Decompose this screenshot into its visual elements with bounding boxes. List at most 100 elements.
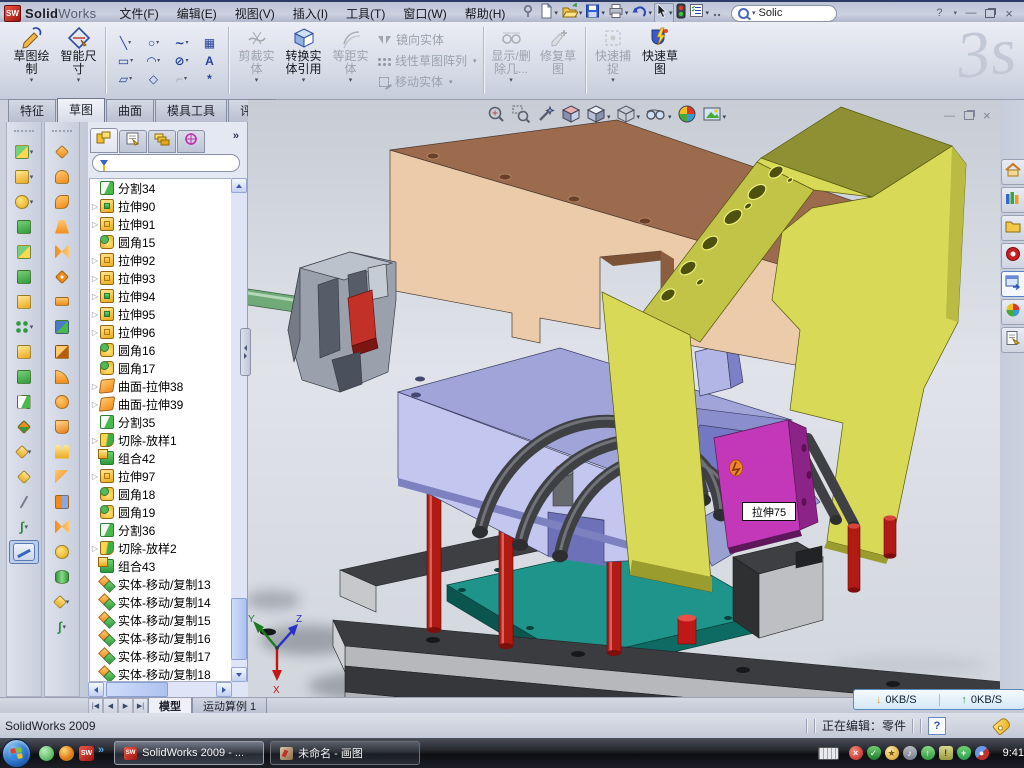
tag-icon[interactable] bbox=[992, 716, 1012, 735]
tree-item[interactable]: ▷拉伸96 bbox=[90, 323, 232, 341]
dropdown-arrow-icon[interactable]: ▾ bbox=[579, 9, 583, 17]
move-copy-body-button[interactable] bbox=[7, 414, 41, 439]
tree-item[interactable]: 实体-移动/复制16 bbox=[90, 629, 232, 647]
search-dropdown-icon[interactable]: ▾ bbox=[752, 9, 756, 17]
section-view-button[interactable] bbox=[561, 104, 581, 129]
dropdown-arrow-icon[interactable]: ▾ bbox=[30, 148, 34, 156]
dropdown-arrow-icon[interactable]: ▾ bbox=[625, 9, 629, 17]
dropdown-arrow-icon[interactable]: ▾ bbox=[473, 57, 477, 65]
pin-button[interactable] bbox=[520, 4, 537, 22]
tree-item[interactable]: 圆角17 bbox=[90, 359, 232, 377]
design-library-button[interactable] bbox=[1001, 187, 1024, 213]
tree-vertical-scrollbar[interactable] bbox=[231, 178, 247, 682]
dropdown-arrow-icon[interactable]: ▾ bbox=[128, 39, 131, 46]
sketch-entity-button[interactable]: ▦ bbox=[196, 35, 223, 51]
pattern-entities-button[interactable]: 线性草图阵列▾ bbox=[377, 52, 477, 70]
tree-item[interactable]: ▷拉伸95 bbox=[90, 305, 232, 323]
magnify-selection-button[interactable] bbox=[536, 104, 556, 129]
tree-tab-property-manager[interactable] bbox=[119, 130, 147, 153]
tree-item[interactable]: ▷拉伸93 bbox=[90, 269, 232, 287]
delete-face-button[interactable] bbox=[45, 389, 79, 414]
dropdown-arrow-icon[interactable]: ▾ bbox=[186, 39, 189, 46]
sketch-entity-button[interactable]: ▭▾ bbox=[112, 53, 139, 69]
move-entities-button[interactable]: 移动实体▾ bbox=[377, 73, 477, 91]
tree-item[interactable]: 实体-移动/复制13 bbox=[90, 575, 232, 593]
dropdown-arrow-icon[interactable]: ▾ bbox=[509, 77, 513, 85]
tree-item[interactable]: 圆角15 bbox=[90, 233, 232, 251]
tree-item[interactable]: ▷曲面-拉伸39 bbox=[90, 395, 232, 413]
curve-button[interactable]: ∫▾ bbox=[7, 514, 41, 539]
view-palette-button[interactable] bbox=[1001, 271, 1024, 297]
trim-entities-button[interactable]: 剪裁实体▾ bbox=[233, 22, 280, 99]
toolbar-overflow-button[interactable] bbox=[711, 4, 723, 22]
tree-item[interactable]: 圆角18 bbox=[90, 485, 232, 503]
appearances-scenes-button[interactable] bbox=[1001, 299, 1024, 325]
dropdown-arrow-icon[interactable]: ▾ bbox=[30, 173, 34, 181]
sketch-button[interactable]: 草图绘制▾ bbox=[8, 22, 55, 99]
sketch-entity-button[interactable]: ▱▾ bbox=[112, 71, 139, 87]
tree-item[interactable]: 组合42 bbox=[90, 449, 232, 467]
print-button[interactable]: ▾ bbox=[607, 4, 630, 22]
solidworks-forum-button[interactable] bbox=[1001, 243, 1024, 269]
expand-arrow-icon[interactable]: ▷ bbox=[90, 436, 100, 445]
dropdown-arrow-icon[interactable]: ▾ bbox=[255, 77, 259, 85]
tab-模具工具[interactable]: 模具工具 bbox=[155, 99, 227, 122]
graphics-area[interactable]: Y Z X bbox=[248, 100, 1000, 697]
linear-pattern-button[interactable]: ▾ bbox=[7, 314, 41, 339]
dropdown-arrow-icon[interactable]: ▾ bbox=[723, 113, 727, 121]
extruded-boss-button[interactable]: ▾ bbox=[7, 139, 41, 164]
new-document-button[interactable]: ▾ bbox=[538, 4, 559, 22]
tree-item[interactable]: ▷拉伸97 bbox=[90, 467, 232, 485]
solidworks-resources-button[interactable] bbox=[1001, 159, 1024, 185]
open-button[interactable]: ▾ bbox=[560, 4, 584, 22]
tree-item[interactable]: 实体-移动/复制18 bbox=[90, 665, 232, 682]
dropdown-arrow-icon[interactable]: ▾ bbox=[648, 9, 652, 17]
revolved-boss-button[interactable] bbox=[7, 214, 41, 239]
draft-button[interactable] bbox=[7, 364, 41, 389]
expand-arrow-icon[interactable]: ▷ bbox=[90, 256, 100, 265]
revolved-surface-button[interactable] bbox=[45, 164, 79, 189]
options-button[interactable]: ▾ bbox=[688, 4, 710, 22]
sketch-entity-button[interactable]: ◠▾ bbox=[140, 53, 167, 69]
tree-item[interactable]: ▷拉伸92 bbox=[90, 251, 232, 269]
dropdown-arrow-icon[interactable]: ▾ bbox=[554, 9, 558, 17]
smart-dimension-button[interactable]: 智能尺寸▾ bbox=[55, 22, 102, 99]
display-style-button[interactable]: ▾ bbox=[616, 104, 641, 129]
dropdown-arrow-icon[interactable]: ▾ bbox=[607, 113, 611, 121]
dropdown-arrow-icon[interactable]: ▾ bbox=[184, 75, 187, 82]
tree-tab-dimxpert-manager[interactable] bbox=[177, 130, 205, 153]
scene-button[interactable]: ▾ bbox=[702, 104, 727, 129]
file-explorer-button[interactable] bbox=[1001, 215, 1024, 241]
extruded-surface-button[interactable] bbox=[45, 139, 79, 164]
repair-sketch-button[interactable]: 修复草图 bbox=[535, 22, 582, 99]
taskbar-button-1[interactable]: 未命名 - 画图 bbox=[270, 741, 420, 765]
volume-tray-icon[interactable]: ♪ bbox=[903, 746, 917, 760]
select-button[interactable]: ▾ bbox=[654, 3, 675, 23]
plane-button[interactable] bbox=[7, 464, 41, 489]
dropdown-arrow-icon[interactable]: ▾ bbox=[30, 77, 34, 85]
trim-surface-button[interactable] bbox=[45, 464, 79, 489]
dropdown-arrow-icon[interactable]: ▾ bbox=[601, 9, 605, 17]
keyboard-tray-icon[interactable] bbox=[818, 747, 839, 760]
dropdown-arrow-icon[interactable]: ▾ bbox=[349, 77, 353, 85]
model-tab-0[interactable]: 模型 bbox=[148, 698, 192, 714]
doc-close-button[interactable]: × bbox=[983, 108, 991, 123]
sync-tray-icon[interactable]: ● bbox=[975, 746, 989, 760]
reference-geometry-button[interactable]: ▾ bbox=[7, 439, 41, 464]
tree-item[interactable]: ▷拉伸91 bbox=[90, 215, 232, 233]
tree-item[interactable]: 圆角16 bbox=[90, 341, 232, 359]
lofted-surface-button[interactable] bbox=[45, 214, 79, 239]
expand-arrow-icon[interactable]: ▷ bbox=[90, 544, 100, 553]
expand-arrow-icon[interactable]: ▷ bbox=[90, 310, 100, 319]
sketch-entity-button[interactable]: ○▾ bbox=[140, 35, 167, 51]
model-tab-nav-2[interactable]: ▶ bbox=[118, 698, 133, 714]
split-button[interactable] bbox=[7, 389, 41, 414]
tree-item[interactable]: ▷曲面-拉伸38 bbox=[90, 377, 232, 395]
doc-minimize-button[interactable]: — bbox=[944, 110, 955, 122]
dropdown-arrow-icon[interactable]: ▾ bbox=[637, 113, 641, 121]
expand-arrow-icon[interactable]: ▷ bbox=[90, 274, 100, 283]
dropdown-arrow-icon[interactable]: ▾ bbox=[186, 57, 189, 64]
axis-button[interactable] bbox=[7, 489, 41, 514]
filled-surface-button[interactable] bbox=[45, 264, 79, 289]
panel-splitter[interactable] bbox=[240, 328, 251, 376]
